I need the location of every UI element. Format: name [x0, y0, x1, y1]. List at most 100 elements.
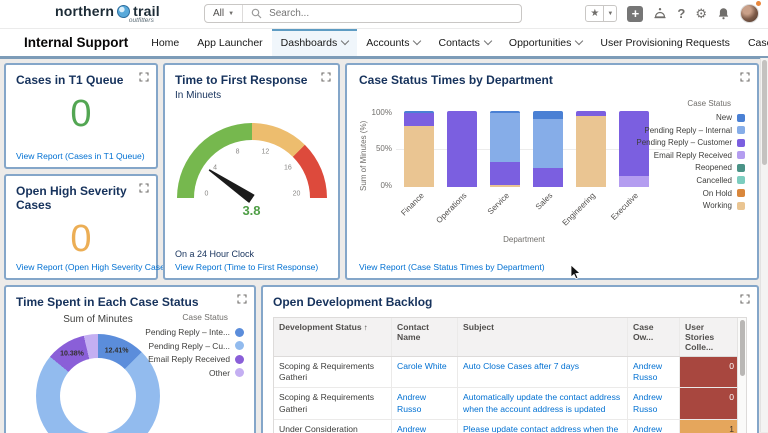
legend-item-cancelled: Cancelled [636, 176, 745, 185]
global-search[interactable]: All ▼ [204, 4, 522, 23]
legend-label: New [715, 113, 732, 122]
view-report-link[interactable]: View Report (Open High Severity Cases) [16, 262, 172, 272]
expand-icon[interactable] [237, 294, 247, 304]
column-header-contact-name[interactable]: Contact Name [392, 318, 458, 356]
legend-item-pending-reply-cu: Pending Reply – Cu... [145, 341, 244, 351]
chevron-down-icon [483, 36, 493, 46]
tab-home[interactable]: Home [142, 29, 188, 56]
guidance-center-icon[interactable] [653, 7, 667, 20]
legend-title: Case Status [687, 99, 731, 108]
bar-operations: Operations [434, 111, 477, 225]
bar-sales: Sales [533, 111, 563, 212]
backlog-table: Development Status ↑ Contact Name Subject Ca… [273, 317, 747, 433]
app-navigation-bar: Internal Support Home App Launcher Dashboa… [0, 29, 768, 59]
legend-item-new: New [636, 113, 745, 122]
legend-item-email-reply-received: Email Reply Received [636, 151, 745, 160]
contact-name-link[interactable]: Carole White [397, 361, 447, 371]
column-header-development-status[interactable]: Development Status ↑ [274, 318, 392, 356]
expand-icon[interactable] [740, 294, 750, 304]
setup-gear-icon[interactable]: ⚙ [695, 6, 707, 22]
tab-label: Cases [747, 36, 768, 49]
case-owner-link[interactable]: Andrew Russo [633, 361, 662, 382]
table-header-row: Development Status ↑ Contact Name Subject Ca… [274, 318, 738, 357]
search-scope-dropdown[interactable]: All ▼ [205, 5, 244, 22]
gauge-tick-label: 16 [283, 164, 292, 172]
view-report-link[interactable]: View Report (Time to First Response) [175, 262, 318, 272]
tab-dashboards[interactable]: Dashboards [271, 29, 358, 56]
column-label: Contact Name [397, 322, 429, 342]
y-tick: 100% [371, 108, 392, 117]
tab-contacts[interactable]: Contacts [429, 29, 499, 56]
tab-label: App Launcher [197, 36, 263, 49]
legend-item-reopened: Reopened [636, 163, 745, 172]
metric-value: 0 [70, 218, 92, 260]
tab-label: Home [151, 36, 180, 49]
app-launcher-waffle-icon[interactable] [12, 36, 16, 50]
tab-accounts[interactable]: Accounts [357, 29, 429, 56]
slice-label-pending-reply-internal: 12.41% [104, 347, 129, 355]
view-report-link[interactable]: View Report (Cases in T1 Queue) [16, 151, 145, 161]
bar-segment-pending-reply-internal [490, 113, 520, 162]
bar-segment-pending-reply-internal [533, 118, 563, 168]
legend-swatch [737, 138, 745, 147]
legend-label: Pending Reply – Internal [644, 125, 732, 135]
legend-item-other: Other [145, 368, 244, 378]
favorites-caret-icon[interactable]: ▼ [604, 6, 616, 21]
gauge-tick-label: 4 [213, 164, 218, 172]
chevron-down-icon [341, 36, 350, 46]
legend-swatch [235, 341, 244, 351]
legend-swatch [235, 327, 244, 337]
column-header-user-stories-colle[interactable]: User Stories Colle... [680, 318, 738, 356]
category-label: Service [486, 191, 512, 217]
page-scrollbar-thumb[interactable] [762, 60, 767, 165]
page-scrollbar[interactable] [760, 58, 768, 432]
category-label: Engineering [560, 191, 598, 228]
legend-label: Reopened [695, 163, 732, 173]
help-icon[interactable]: ? [677, 6, 685, 22]
expand-icon[interactable] [740, 72, 750, 82]
bar-segment-pending-reply-customer [404, 113, 434, 127]
user-avatar[interactable] [740, 1, 761, 23]
chevron-down-icon [575, 36, 584, 46]
bar-stack [533, 111, 563, 187]
bar-stack [576, 111, 606, 187]
expand-icon[interactable] [139, 183, 149, 193]
column-header-subject[interactable]: Subject [458, 318, 628, 356]
search-input[interactable] [267, 7, 521, 20]
favorites-star-icon[interactable]: ★ [586, 6, 605, 21]
column-header-case-ow[interactable]: Case Ow... [628, 318, 680, 356]
tab-app-launcher[interactable]: App Launcher [188, 29, 271, 56]
card-time-spent-in-each-case-status: Time Spent in Each Case Status Sum of Mi… [4, 285, 256, 433]
card-title: Case Status Times by Department [359, 73, 553, 87]
card-case-status-times-by-department: Case Status Times by Department Sum of M… [345, 63, 759, 280]
header-actions: ★ ▼ + ? ⚙ [585, 1, 761, 23]
legend-swatch [737, 163, 745, 172]
bar-finance: Finance [399, 111, 434, 217]
donut-chart: 12.41% 10.38% [36, 334, 160, 433]
contact-name-link[interactable]: Andrew Russo [397, 392, 426, 413]
gauge-chart: 0 4 8 12 16 20 [176, 123, 327, 201]
subject-link[interactable]: Auto Close Cases after 7 days [463, 361, 579, 371]
subject-link[interactable]: Automatically update the contact address… [463, 392, 620, 413]
global-actions-plus-icon[interactable]: + [627, 5, 644, 22]
column-label: Development Status [279, 322, 362, 332]
chart-legend: Case Status Pending Reply – Inte... Pendi… [145, 312, 244, 381]
cell-user-stories: 0 [680, 357, 738, 388]
tab-user-provisioning-requests[interactable]: User Provisioning Requests [591, 29, 739, 56]
category-label: Operations [434, 191, 469, 226]
bar-engineering: Engineering [561, 111, 606, 228]
table-scrollbar-thumb[interactable] [739, 320, 745, 376]
view-report-link[interactable]: View Report (Case Status Times by Depart… [359, 262, 545, 272]
table-scrollbar[interactable] [737, 318, 746, 433]
cell-user-stories: 1 [680, 419, 738, 433]
tab-cases[interactable]: Cases [739, 29, 768, 56]
table-row: Scoping & Requirements Gatheri Andrew Rus… [274, 388, 738, 420]
expand-icon[interactable] [139, 72, 149, 82]
tab-opportunities[interactable]: Opportunities [500, 29, 591, 56]
expand-icon[interactable] [321, 72, 331, 82]
slice-label-email-reply-received: 10.38% [60, 350, 84, 358]
notifications-bell-icon[interactable] [717, 7, 730, 20]
nav-tabs: Home App Launcher Dashboards Accounts Contac… [142, 29, 768, 56]
case-owner-link[interactable]: Andrew Russo [633, 392, 662, 413]
sort-arrow-icon: ↑ [363, 323, 368, 332]
